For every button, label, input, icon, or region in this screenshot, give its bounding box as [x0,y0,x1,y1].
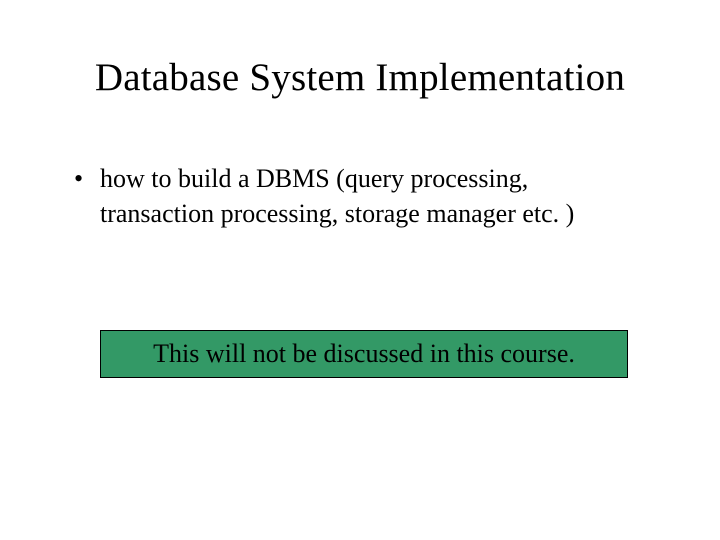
bullet-list: how to build a DBMS (query processing, t… [56,161,664,231]
slide: Database System Implementation how to bu… [0,0,720,540]
list-item: how to build a DBMS (query processing, t… [74,161,664,231]
slide-title: Database System Implementation [56,56,664,101]
callout-box: This will not be discussed in this cours… [100,330,628,378]
callout-text: This will not be discussed in this cours… [153,341,575,367]
